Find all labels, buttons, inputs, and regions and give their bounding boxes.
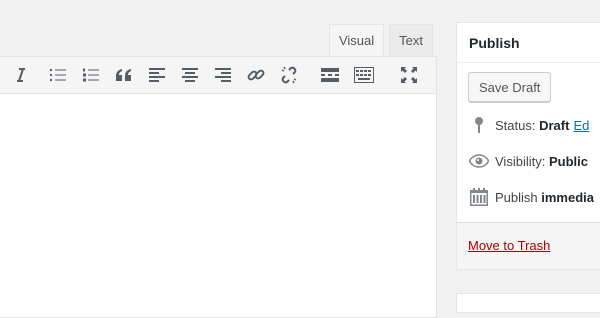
bulleted-list-icon[interactable] xyxy=(45,62,71,88)
align-center-icon[interactable] xyxy=(177,62,203,88)
editor-content[interactable] xyxy=(0,94,436,317)
pin-icon xyxy=(469,115,489,135)
status-value: Draft xyxy=(539,117,570,133)
visibility-row: Visibility: Public xyxy=(469,151,588,171)
tab-text[interactable]: Text xyxy=(389,24,433,56)
remove-link-icon[interactable] xyxy=(276,62,302,88)
align-left-icon[interactable] xyxy=(144,62,170,88)
fullscreen-icon[interactable] xyxy=(396,62,422,88)
numbered-list-icon[interactable] xyxy=(78,62,104,88)
read-more-icon[interactable] xyxy=(317,62,343,88)
blockquote-icon[interactable] xyxy=(111,62,137,88)
save-draft-button[interactable]: Save Draft xyxy=(468,72,552,102)
status-edit-link[interactable]: Ed xyxy=(573,118,589,133)
publish-label: Publish xyxy=(495,189,538,205)
status-label: Status: xyxy=(495,117,536,133)
move-to-trash-link[interactable]: Move to Trash xyxy=(468,238,550,253)
publish-value: immedia xyxy=(541,189,595,205)
status-row: Status: Draft Ed xyxy=(469,115,589,135)
editor-tabs: Visual Text xyxy=(328,24,433,56)
next-metabox xyxy=(456,293,600,313)
visibility-value: Public xyxy=(548,153,588,169)
calendar-icon xyxy=(469,187,489,207)
publish-box: Publish Save Draft Status: Draft Ed Visib… xyxy=(456,22,600,270)
editor-toolbar xyxy=(0,57,436,94)
publish-title: Publish xyxy=(457,23,600,63)
align-right-icon[interactable] xyxy=(210,62,236,88)
insert-link-icon[interactable] xyxy=(243,62,269,88)
toolbar-toggle-icon[interactable] xyxy=(351,62,377,88)
editor xyxy=(0,56,437,318)
publish-footer: Move to Trash xyxy=(457,222,600,269)
italic-icon[interactable] xyxy=(8,62,34,88)
eye-icon xyxy=(469,151,489,171)
schedule-row: Publish immedia xyxy=(469,187,594,207)
tab-visual[interactable]: Visual xyxy=(328,24,385,56)
visibility-label: Visibility: xyxy=(495,153,546,169)
